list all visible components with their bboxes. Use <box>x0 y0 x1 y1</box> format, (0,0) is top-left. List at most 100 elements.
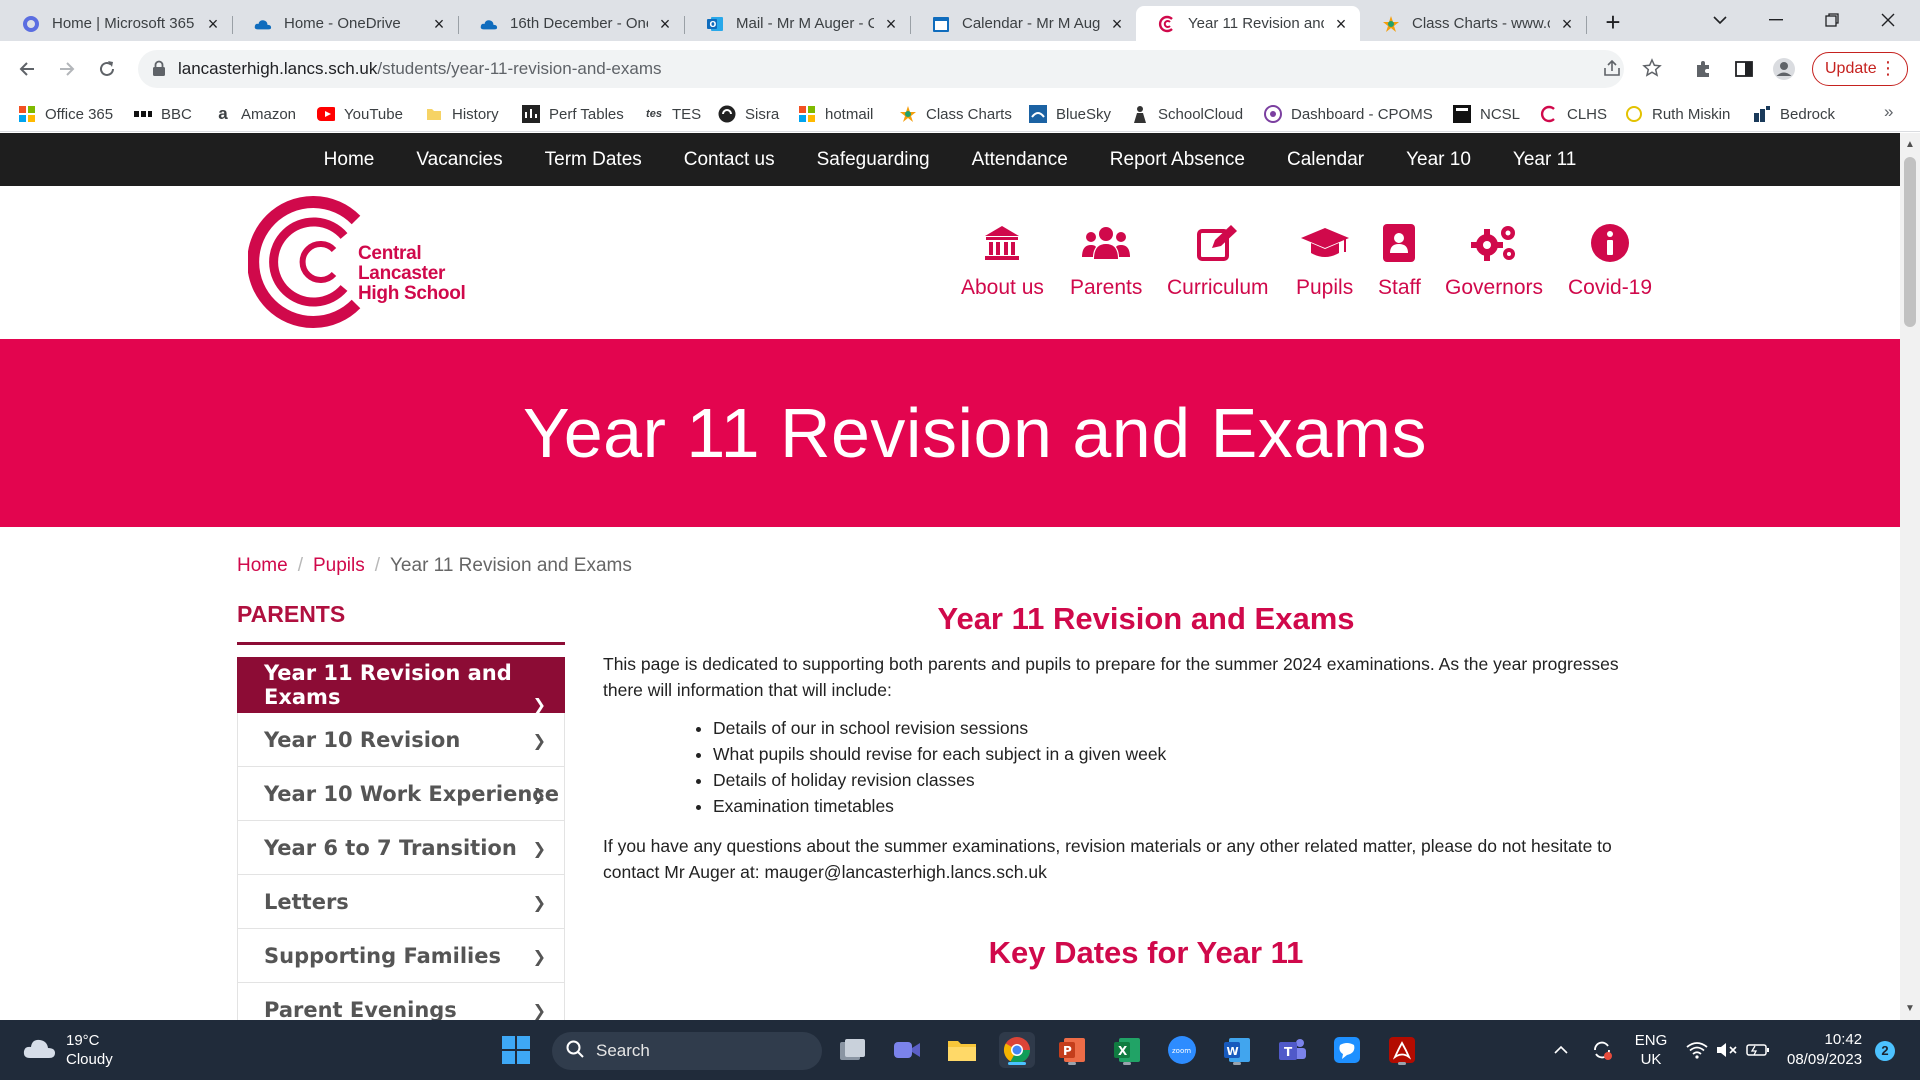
mainnav-staff[interactable]: Staff <box>1378 220 1421 300</box>
taskbar-messenger[interactable] <box>1329 1032 1365 1068</box>
scrollbar-thumb[interactable] <box>1904 157 1916 327</box>
topnav-contact-us[interactable]: Contact us <box>663 149 796 171</box>
extensions-icon[interactable] <box>1690 56 1716 82</box>
taskbar-file-explorer[interactable] <box>944 1032 980 1068</box>
back-button[interactable] <box>11 53 43 85</box>
bookmarks-overflow-button[interactable]: » <box>1884 102 1893 122</box>
bookmark-bbc[interactable]: BBC <box>134 103 192 125</box>
volume-muted-icon[interactable] <box>1714 1020 1740 1080</box>
update-button[interactable]: Update ⋮ <box>1812 52 1908 86</box>
mainnav-pupils[interactable]: Pupils <box>1296 220 1353 300</box>
taskbar-word[interactable]: W <box>1219 1032 1255 1068</box>
bookmark-youtube[interactable]: YouTube <box>317 103 403 125</box>
page-scrollbar[interactable]: ▲ ▼ <box>1900 133 1920 1020</box>
tab-search-button[interactable] <box>1692 0 1748 40</box>
sidebar-item-supporting-families[interactable]: Supporting Families ❯ <box>237 929 565 983</box>
school-logo[interactable]: Central Lancaster High School <box>248 196 513 328</box>
lock-icon[interactable] <box>152 60 166 82</box>
tab-year11-revision[interactable]: Year 11 Revision and E × <box>1136 6 1360 41</box>
side-panel-icon[interactable] <box>1731 56 1757 82</box>
bookmark-ncsl[interactable]: NCSL <box>1453 103 1520 125</box>
topnav-safeguarding[interactable]: Safeguarding <box>796 149 951 171</box>
chevron-up-icon[interactable] <box>1548 1020 1574 1080</box>
sidebar-item-year-10-work-experience[interactable]: Year 10 Work Experience ❯ <box>237 767 565 821</box>
close-icon[interactable]: × <box>1332 15 1350 33</box>
close-icon[interactable]: × <box>430 15 448 33</box>
close-icon[interactable]: × <box>1558 15 1576 33</box>
close-icon[interactable]: × <box>656 15 674 33</box>
star-icon[interactable] <box>1642 58 1664 80</box>
close-window-button[interactable] <box>1860 0 1916 40</box>
taskbar-acrobat[interactable] <box>1384 1032 1420 1068</box>
bookmark-cpoms[interactable]: Dashboard - CPOMS <box>1264 103 1433 125</box>
bookmark-history[interactable]: History <box>425 103 499 125</box>
topnav-year-11[interactable]: Year 11 <box>1492 149 1597 171</box>
close-icon[interactable]: × <box>1108 15 1126 33</box>
topnav-report-absence[interactable]: Report Absence <box>1089 149 1266 171</box>
mainnav-covid-19[interactable]: Covid-19 <box>1568 220 1652 300</box>
breadcrumb-home[interactable]: Home <box>237 555 288 577</box>
bookmark-hotmail[interactable]: hotmail <box>798 103 873 125</box>
topnav-home[interactable]: Home <box>303 149 396 171</box>
tab-classcharts[interactable]: Class Charts - www.cl × <box>1360 6 1586 41</box>
weather-widget[interactable]: 19°C Cloudy <box>22 1031 113 1069</box>
tab-calendar[interactable]: Calendar - Mr M Auge × <box>910 6 1136 41</box>
taskbar-zoom[interactable]: zoom <box>1164 1032 1200 1068</box>
restore-button[interactable] <box>1804 0 1860 40</box>
notification-badge[interactable]: 2 <box>1875 1041 1895 1061</box>
topnav-year-10[interactable]: Year 10 <box>1385 149 1492 171</box>
start-button[interactable] <box>498 1032 534 1068</box>
tab-onedrive[interactable]: Home - OneDrive × <box>232 6 458 41</box>
reload-button[interactable] <box>91 53 123 85</box>
profile-avatar-icon[interactable] <box>1771 56 1797 82</box>
share-icon[interactable] <box>1602 58 1624 80</box>
scroll-up-arrow-icon[interactable]: ▲ <box>1905 139 1915 150</box>
bookmark-tes[interactable]: tes TES <box>645 103 701 125</box>
new-tab-button[interactable]: + <box>1598 8 1628 38</box>
taskbar-powerpoint[interactable]: P <box>1054 1032 1090 1068</box>
topnav-term-dates[interactable]: Term Dates <box>524 149 663 171</box>
close-icon[interactable]: × <box>204 15 222 33</box>
address-bar[interactable]: lancasterhigh.lancs.sch.uk/students/year… <box>138 50 1662 88</box>
battery-icon[interactable] <box>1744 1020 1772 1080</box>
bookmark-ruth-miskin[interactable]: Ruth Miskin <box>1625 103 1730 125</box>
system-clock[interactable]: 10:42 08/09/2023 <box>1787 1030 1862 1070</box>
taskbar-excel[interactable]: X <box>1109 1032 1145 1068</box>
mainnav-curriculum[interactable]: Curriculum <box>1167 220 1269 300</box>
mainnav-about-us[interactable]: About us <box>961 220 1044 300</box>
mainnav-parents[interactable]: Parents <box>1070 220 1142 300</box>
bookmark-office365[interactable]: Office 365 <box>18 103 113 125</box>
bookmark-clhs[interactable]: CLHS <box>1540 103 1607 125</box>
sidebar-item-year-6-to-7-transition[interactable]: Year 6 to 7 Transition ❯ <box>237 821 565 875</box>
taskbar-search[interactable]: Search <box>552 1032 822 1070</box>
forward-button[interactable] <box>51 53 83 85</box>
sidebar-item-year-11-revision[interactable]: Year 11 Revision and Exams ❯ <box>237 657 565 714</box>
topnav-vacancies[interactable]: Vacancies <box>395 149 523 171</box>
bookmark-amazon[interactable]: a Amazon <box>214 103 296 125</box>
bookmark-class-charts[interactable]: Class Charts <box>899 103 1012 125</box>
bookmark-bedrock[interactable]: Bedrock <box>1753 103 1835 125</box>
bookmark-bluesky[interactable]: BlueSky <box>1029 103 1111 125</box>
breadcrumb-pupils[interactable]: Pupils <box>313 555 365 577</box>
sync-icon[interactable] <box>1588 1020 1616 1080</box>
more-options-icon[interactable]: ⋮ <box>1879 59 1897 77</box>
tab-mail[interactable]: O Mail - Mr M Auger - C × <box>684 6 910 41</box>
taskbar-chrome[interactable] <box>999 1032 1035 1068</box>
topnav-calendar[interactable]: Calendar <box>1266 149 1385 171</box>
tab-onedrive-december[interactable]: 16th December - One × <box>458 6 684 41</box>
minimize-button[interactable] <box>1748 0 1804 40</box>
wifi-icon[interactable] <box>1684 1020 1710 1080</box>
taskbar-teams-chat[interactable] <box>889 1032 925 1068</box>
mainnav-governors[interactable]: Governors <box>1445 220 1543 300</box>
sidebar-item-letters[interactable]: Letters ❯ <box>237 875 565 929</box>
scroll-down-arrow-icon[interactable]: ▼ <box>1905 1003 1915 1014</box>
topnav-attendance[interactable]: Attendance <box>951 149 1089 171</box>
bookmark-perf-tables[interactable]: Perf Tables <box>522 103 624 125</box>
sidebar-item-parent-evenings[interactable]: Parent Evenings ❯ <box>237 983 565 1020</box>
task-view-button[interactable] <box>835 1032 871 1068</box>
bookmark-sisra[interactable]: Sisra <box>718 103 779 125</box>
bookmark-schoolcloud[interactable]: SchoolCloud <box>1131 103 1243 125</box>
tab-microsoft365[interactable]: Home | Microsoft 365 × <box>0 6 232 41</box>
language-indicator[interactable]: ENG UK <box>1628 1020 1674 1080</box>
sidebar-item-year-10-revision[interactable]: Year 10 Revision ❯ <box>237 713 565 767</box>
